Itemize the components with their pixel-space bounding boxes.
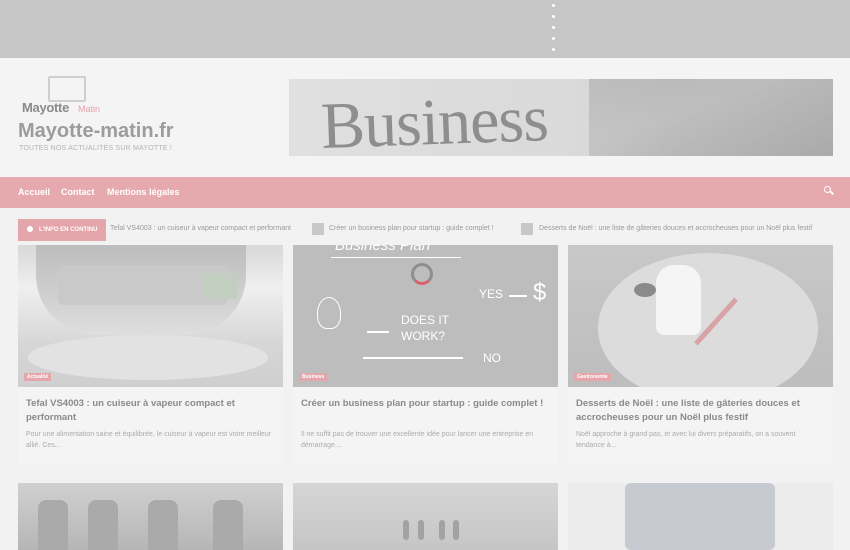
ticker-badge-label: L'INFO EN CONTINU [39,227,98,233]
site-tagline: TOUTES NOS ACTUALITÉS SUR MAYOTTE ! [19,145,172,152]
image-text: NO [483,351,501,365]
post-title[interactable]: Desserts de Noël : une liste de gâteries… [576,397,824,425]
image-text: Business Plan [335,245,431,254]
main-navigation: Accueil Contact Mentions légales [0,177,850,208]
image-text: YES [479,287,504,301]
site-logo[interactable]: Mayotte Matin [22,76,122,118]
ticker-item[interactable]: Tefal VS4003 : un cuiseur à vapeur compa… [110,225,291,232]
post-category[interactable]: Actualité [24,373,52,381]
nav-item-contact[interactable]: Contact [61,187,95,197]
image-text: DOES IT [401,313,450,327]
live-dot-icon [27,226,33,233]
banner-word: Business [319,82,549,156]
ticker-thumbnail[interactable] [312,223,324,235]
site-header: Mayotte Matin Mayotte-matin.fr TOUTES NO… [0,58,850,177]
site-title[interactable]: Mayotte-matin.fr [18,120,174,143]
image-text: WORK? [401,329,446,343]
loading-dots-icon [552,4,556,59]
post-card[interactable]: Actualité Tefal VS4003 : un cuiseur à va… [18,245,283,465]
post-image-dessert[interactable] [568,245,833,387]
lightbulb-icon [317,297,341,329]
top-bar [0,0,850,58]
post-title[interactable]: Tefal VS4003 : un cuiseur à vapeur compa… [26,397,274,425]
post-excerpt: Il ne suffit pas de trouver une excellen… [301,431,534,449]
post-category[interactable]: Business [299,373,328,381]
ticker-item[interactable]: Créer un business plan pour startup : gu… [329,225,494,232]
laptop-icon [48,76,86,102]
post-category[interactable]: Gastronomie [574,373,611,381]
post-image-people-legs[interactable] [18,483,283,550]
search-icon[interactable] [824,186,834,195]
post-card[interactable]: Gastronomie Desserts de Noël : une liste… [568,245,833,465]
post-image-business-plan[interactable]: Business Plan DOES IT WORK? YES $ NO [293,245,558,387]
logo-brand-suffix: Matin [78,104,101,114]
nav-item-accueil[interactable]: Accueil [18,187,50,197]
post-card[interactable]: Business Plan DOES IT WORK? YES $ NO Bus… [293,245,558,465]
logo-brand: Mayotte [22,100,70,115]
ticker-item[interactable]: Desserts de Noël : une liste de gâteries… [539,225,812,232]
header-banner[interactable]: Business [289,79,833,156]
nav-item-mentions-legales[interactable]: Mentions légales [107,187,180,197]
ticker-thumbnail[interactable] [521,223,533,235]
loading-spinner-icon [411,263,433,285]
ticker-badge: L'INFO EN CONTINU [18,219,106,241]
post-excerpt: Noël approche à grand pas, et avec lui d… [576,431,796,449]
post-image-smartphone[interactable] [568,483,833,550]
post-excerpt: Pour une alimentation saine et équilibré… [26,431,272,449]
news-ticker: L'INFO EN CONTINU Tefal VS4003 : un cuis… [18,219,833,241]
post-image-steamer[interactable] [18,245,283,387]
banner-hand-image [589,79,833,156]
post-title[interactable]: Créer un business plan pour startup : gu… [301,397,549,411]
post-image-beach[interactable] [293,483,558,550]
image-text: $ [533,279,547,306]
